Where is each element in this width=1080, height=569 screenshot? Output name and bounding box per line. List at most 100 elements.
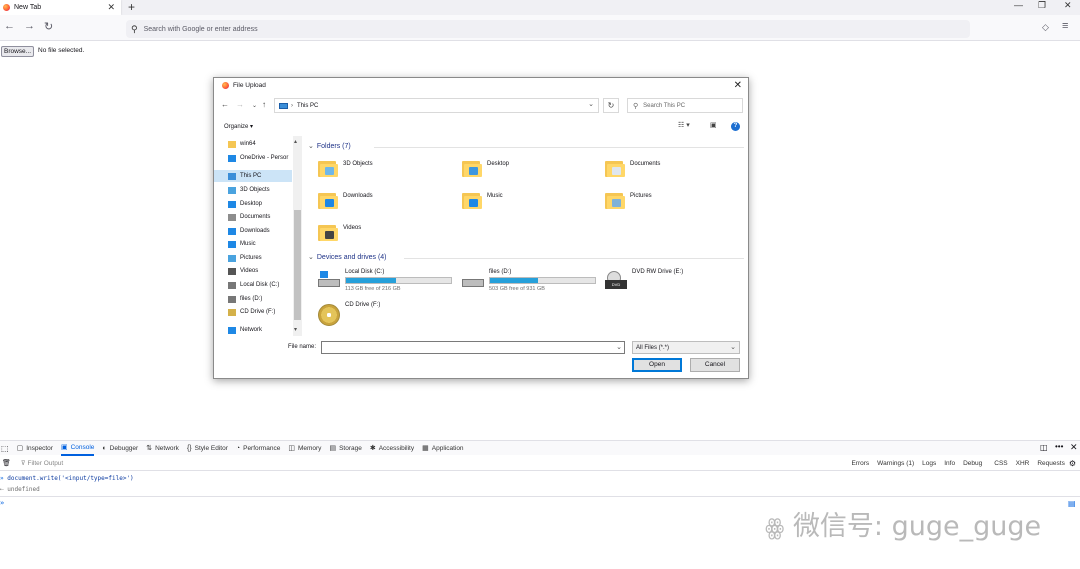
folder-tile[interactable]: Videos xyxy=(318,222,361,242)
dialog-close-icon[interactable]: ✕ xyxy=(734,80,742,91)
folder-label: Videos xyxy=(343,225,362,231)
address-bar[interactable]: ⚲ Search with Google or enter address xyxy=(126,20,970,38)
tab-console[interactable]: ▣ Console xyxy=(60,441,95,456)
sidebar-item[interactable]: Downloads xyxy=(228,225,270,237)
sidebar-item[interactable]: Local Disk (C:) xyxy=(228,279,279,291)
dialog-address-bar[interactable]: › This PC ⌄ xyxy=(274,98,599,113)
editor-mode-icon[interactable]: ▤ xyxy=(1068,499,1076,508)
tab-debugger[interactable]: ◐ Debugger xyxy=(102,445,138,452)
cancel-button[interactable]: Cancel xyxy=(690,358,740,372)
sidebar-item-label: CD Drive (F:) xyxy=(240,309,276,315)
more-options-icon[interactable]: ••• xyxy=(1055,442,1063,451)
network-icon xyxy=(228,326,236,334)
dock-icon[interactable]: ◫ xyxy=(1040,443,1048,452)
reload-button[interactable]: ↻ xyxy=(44,20,53,33)
view-options-icon[interactable]: ☷ ▾ xyxy=(678,121,690,129)
console-filter-toggle[interactable]: Logs xyxy=(922,460,936,467)
drives-group-header[interactable]: ⌄ Devices and drives (4) xyxy=(308,253,387,262)
tab-style-editor[interactable]: {} Style Editor xyxy=(187,445,228,452)
file-name-input[interactable]: ⌄ xyxy=(321,341,625,354)
console-prompt[interactable]: » xyxy=(0,499,4,507)
recent-dropdown-icon[interactable]: ⌄ xyxy=(252,102,257,109)
dialog-refresh-button[interactable]: ↻ xyxy=(603,98,619,113)
tab-new-tab[interactable]: New Tab ✕ xyxy=(0,0,121,15)
folder-tile[interactable]: 3D Objects xyxy=(318,158,373,178)
up-icon[interactable]: ↑ xyxy=(262,100,266,109)
sidebar-item[interactable]: Pictures xyxy=(228,252,262,264)
drive-tile[interactable]: Local Disk (C:) 113 GB free of 216 GB xyxy=(345,269,452,292)
drive-tile[interactable]: DVD RW Drive (E:) xyxy=(632,269,683,275)
sidebar-item[interactable]: files (D:) xyxy=(228,293,262,305)
sidebar-item[interactable]: win64 xyxy=(228,138,256,150)
folder-tile[interactable]: Documents xyxy=(605,158,660,178)
sidebar-item[interactable]: OneDrive - Persor xyxy=(228,152,288,164)
tab-application[interactable]: ▦ Application xyxy=(422,444,463,453)
console-filter-toggle[interactable]: Info xyxy=(944,460,955,467)
organize-button[interactable]: Organize ▾ xyxy=(224,123,253,130)
dialog-forward-icon[interactable]: → xyxy=(236,100,244,109)
drive-tile[interactable]: CD Drive (F:) xyxy=(345,302,380,308)
console-filter-toggle[interactable]: Debug xyxy=(963,460,982,467)
filter-input[interactable]: ⊽ Filter Output xyxy=(21,459,63,467)
divider xyxy=(374,147,744,148)
tab-memory[interactable]: ◫ Memory xyxy=(288,444,321,453)
tab-performance[interactable]: ◔ Performance xyxy=(236,445,280,452)
pocket-icon[interactable]: ◇ xyxy=(1042,22,1049,33)
dialog-back-icon[interactable]: ← xyxy=(221,100,229,109)
file-name-label: File name: xyxy=(288,344,317,350)
sidebar-item[interactable]: This PC xyxy=(214,170,292,182)
settings-icon[interactable]: ⚙ xyxy=(1069,459,1076,468)
sidebar-item[interactable]: Network xyxy=(228,324,262,336)
sidebar-item[interactable]: Videos xyxy=(228,265,258,277)
tab-close-icon[interactable]: ✕ xyxy=(107,2,115,13)
file-type-select[interactable]: All Files (*.*) ⌄ xyxy=(632,341,740,354)
back-button[interactable]: ← xyxy=(4,20,15,32)
tab-storage[interactable]: ▤ Storage xyxy=(329,444,362,453)
devtools-tab-label: Storage xyxy=(339,444,362,452)
browse-button[interactable]: Browse... xyxy=(1,46,35,57)
tab-accessibility[interactable]: ✱ Accessibility xyxy=(370,444,414,453)
trash-icon[interactable]: 🗑 xyxy=(2,459,11,467)
preview-pane-icon[interactable]: ▣ xyxy=(710,121,717,129)
close-devtools-icon[interactable]: ✕ xyxy=(1070,442,1078,453)
open-button[interactable]: Open xyxy=(632,358,682,372)
restore-button[interactable]: ❐ xyxy=(1038,0,1046,11)
console-filter-toggle[interactable]: Requests xyxy=(1037,460,1064,467)
sidebar-item[interactable]: Documents xyxy=(228,211,270,223)
drive-tile[interactable]: files (D:) 503 GB free of 931 GB xyxy=(489,269,596,292)
folder-tile[interactable]: Desktop xyxy=(462,158,509,178)
folder-tile[interactable]: Pictures xyxy=(605,190,652,210)
folder-label: Music xyxy=(487,193,503,199)
sidebar-item[interactable]: Desktop xyxy=(228,198,262,210)
sidebar-item[interactable]: 3D Objects xyxy=(228,184,270,196)
devtools-tab-label: Debugger xyxy=(109,444,139,452)
sidebar-item-label: Pictures xyxy=(240,255,262,261)
tab-inspector[interactable]: ▢ Inspector xyxy=(17,444,53,453)
console-filter-toggle[interactable]: CSS xyxy=(994,460,1007,467)
element-picker-icon[interactable]: ⬚ xyxy=(1,444,9,453)
forward-button[interactable]: → xyxy=(24,20,35,32)
console-filter-toggle[interactable]: XHR xyxy=(1016,460,1030,467)
folder-tile[interactable]: Music xyxy=(462,190,503,210)
file-name-dropdown-icon[interactable]: ⌄ xyxy=(616,343,622,351)
cd-icon xyxy=(318,304,342,326)
new-tab-button[interactable]: + xyxy=(128,0,135,14)
address-dropdown-icon[interactable]: ⌄ xyxy=(588,100,594,108)
menu-icon[interactable]: ≡ xyxy=(1062,20,1068,32)
folders-group-header[interactable]: ⌄ Folders (7) xyxy=(308,142,351,151)
console-filter-toggle[interactable]: Errors xyxy=(851,460,869,467)
sidebar-item[interactable]: CD Drive (F:) xyxy=(228,306,275,318)
file-type-dropdown-icon: ⌄ xyxy=(730,344,736,351)
window-close-button[interactable]: ✕ xyxy=(1064,0,1072,11)
console-filter-toggle[interactable]: Warnings (1) xyxy=(877,460,914,467)
dialog-search-input[interactable]: ⚲ Search This PC xyxy=(627,98,743,113)
console-input-line: » document.write('<input/type=file>') xyxy=(0,475,134,482)
documents-icon xyxy=(228,213,236,221)
folder-tile[interactable]: Downloads xyxy=(318,190,373,210)
debugger-icon: ◐ xyxy=(102,444,107,452)
sidebar-item[interactable]: Music xyxy=(228,238,256,250)
tab-network[interactable]: ⇅ Network xyxy=(146,444,179,453)
help-icon[interactable]: ? xyxy=(731,122,740,131)
folder-icon xyxy=(462,190,482,210)
minimize-button[interactable]: — xyxy=(1014,0,1023,10)
